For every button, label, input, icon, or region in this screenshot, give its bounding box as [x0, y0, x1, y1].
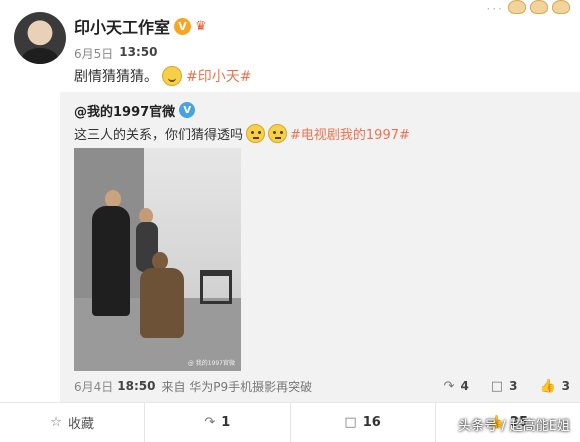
- repost-comment-button[interactable]: □ 3: [491, 379, 518, 394]
- post-text: 剧情猜猜猜。 #印小天#: [74, 64, 251, 88]
- author-row: 印小天工作室 V ♛: [74, 14, 207, 38]
- repost-like-button[interactable]: 👍 3: [539, 379, 570, 394]
- repost-icon: ↷: [204, 415, 216, 430]
- post-meta: 6月5日 13:50: [74, 45, 157, 62]
- repost-time[interactable]: 18:50: [117, 379, 155, 393]
- star-icon: ☆: [50, 415, 62, 430]
- repost-count: 1: [221, 415, 231, 430]
- comment-icon: □: [490, 378, 504, 394]
- repost-repost-count: 4: [460, 379, 469, 393]
- more-dots-icon[interactable]: ···: [487, 2, 504, 16]
- repost-comment-count: 3: [509, 379, 518, 393]
- favorite-button[interactable]: ☆ 收藏: [0, 403, 144, 442]
- decor-icon: [552, 0, 570, 14]
- repost-verified-icon: V: [179, 102, 196, 118]
- comment-button[interactable]: □ 16: [289, 402, 435, 442]
- repost-body: 这三人的关系，你们猜得透吗: [74, 127, 244, 143]
- reposted-card: @我的1997官微 V 这三人的关系，你们猜得透吗 #电视剧我的1997# @ …: [60, 92, 580, 402]
- top-right-decor: ···: [487, 0, 570, 16]
- post-time[interactable]: 13:50: [119, 45, 157, 62]
- repost-like-count: 3: [561, 379, 570, 393]
- smile-emoji-icon: [162, 66, 182, 86]
- post-body: 剧情猜猜猜。: [74, 69, 158, 85]
- repost-author-row: @我的1997官微 V: [74, 100, 196, 120]
- post-date: 6月5日: [74, 47, 114, 61]
- repost-date: 6月4日: [74, 379, 114, 394]
- weibo-post: 印小天工作室 V ♛ ··· 6月5日 13:50 剧情猜猜猜。 #印小天# @…: [0, 0, 580, 442]
- thinking-emoji-icon: [246, 123, 266, 143]
- vip-badge-icon: ♛: [195, 18, 207, 34]
- comment-icon: □: [344, 415, 357, 430]
- verified-badge-icon: V: [174, 17, 192, 35]
- author-name[interactable]: 印小天工作室: [74, 14, 170, 38]
- author-avatar[interactable]: [14, 12, 66, 64]
- comment-count: 16: [362, 415, 381, 430]
- repost-text: 这三人的关系，你们猜得透吗 #电视剧我的1997#: [74, 120, 410, 146]
- thumbs-up-icon: 👍: [539, 378, 556, 394]
- confused-emoji-icon: [268, 123, 288, 143]
- repost-photo[interactable]: @ 我的1997官微: [74, 148, 241, 371]
- repost-button[interactable]: ↷ 1: [144, 402, 289, 442]
- repost-topic-link[interactable]: #电视剧我的1997#: [290, 124, 410, 143]
- brand-watermark: 头条号 / 超高能E姐: [458, 419, 570, 434]
- repost-footer: 6月4日 18:50 来自 华为P9手机摄影再突破 ↷ 4 □ 3 👍 3: [74, 376, 570, 396]
- decor-icon: [508, 0, 526, 14]
- favorite-label: 收藏: [67, 417, 94, 432]
- photo-watermark: @ 我的1997官微: [187, 360, 235, 367]
- decor-icon: [530, 0, 548, 14]
- repost-repost-button[interactable]: ↷ 4: [444, 379, 469, 394]
- post-topic-link[interactable]: #印小天#: [186, 66, 251, 86]
- repost-source: 来自 华为P9手机摄影再突破: [161, 379, 313, 394]
- repost-author-name[interactable]: @我的1997官微: [74, 101, 175, 120]
- repost-actions: ↷ 4 □ 3 👍 3: [444, 379, 570, 394]
- repost-icon: ↷: [443, 378, 455, 394]
